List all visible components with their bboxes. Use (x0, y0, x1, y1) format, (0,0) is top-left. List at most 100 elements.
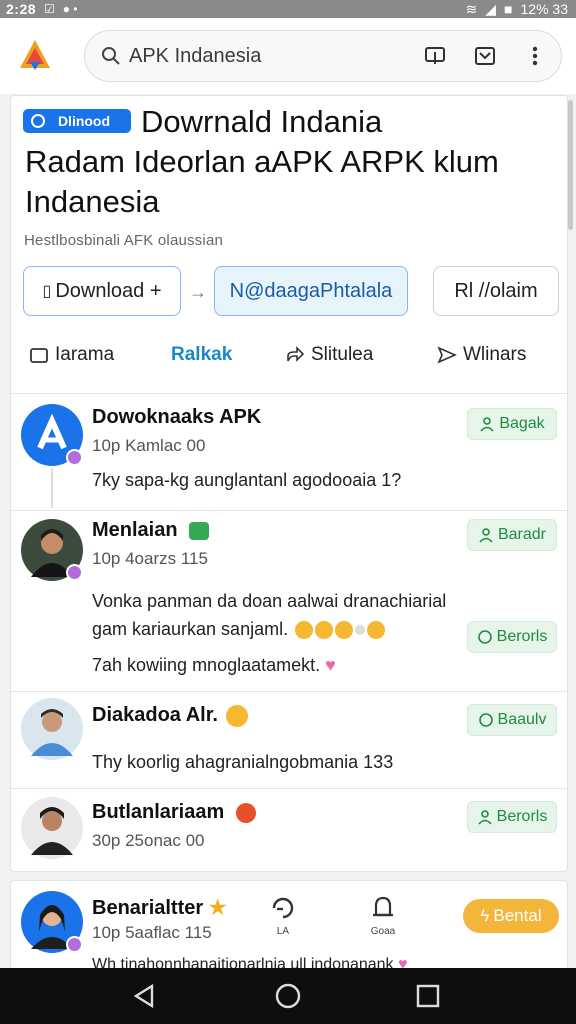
app-logo-icon[interactable] (18, 38, 52, 72)
post-item[interactable]: Dowoknaaks APK 10p Kamlac 00 7ky sapa-kg… (11, 394, 567, 510)
recents-icon[interactable] (414, 982, 442, 1010)
online-dot (66, 936, 83, 953)
bolt-icon: ϟ (480, 906, 490, 925)
battery-text: 12% 33 (520, 1, 568, 17)
tab-ralkak[interactable]: Ralkak (171, 334, 232, 376)
star-icon: ★ (208, 897, 227, 919)
person-avatar-icon (21, 698, 83, 760)
user-icon (480, 417, 494, 432)
title-line-1: Dowrnald Indania (141, 104, 383, 139)
system-nav-bar (0, 968, 576, 1024)
address-bar[interactable]: APK Indanesia (84, 30, 562, 82)
post-author[interactable]: Benarialtter ★ (92, 895, 227, 920)
bell-icon (373, 896, 393, 917)
scrollbar[interactable] (568, 100, 573, 230)
verified-icon (189, 521, 210, 540)
post-item[interactable]: Butlanlariaam 30p 25onac 00 Berorls (11, 789, 567, 871)
follow-label: Baradr (497, 526, 547, 543)
person-avatar-icon (21, 797, 83, 859)
post-item[interactable]: Diakadoa Alr. Thy koorlig ahagranialngob… (11, 692, 567, 788)
home-icon[interactable] (274, 982, 302, 1010)
post-meta: 10p 4oarzs 115 (92, 549, 208, 568)
notify-action[interactable]: Goaa (363, 893, 403, 937)
post-text-segment: gam kariaurkan sanjaml. (92, 619, 289, 639)
post-text-segment: 7ah kowiing mnoglaatamekt. (92, 655, 321, 675)
post-text: Thy koorlig ahagranialngobmania 133 (92, 752, 394, 772)
tab-bar: Iarama Ralkak Slitulea Wlinars (11, 334, 567, 376)
title-line-2: Radam Ideorlan aAPK ARPK klum (25, 144, 499, 179)
share-icon[interactable] (423, 44, 447, 68)
avatar[interactable] (21, 519, 83, 581)
emoji-icon (315, 621, 334, 640)
post-meta: 10p Kamlac 00 (92, 436, 206, 455)
follow-button[interactable]: Bagak (467, 408, 557, 440)
battery-icon: ■ (504, 1, 513, 17)
menu-dots-icon[interactable] (523, 44, 547, 68)
post-author[interactable]: Dowoknaaks APK (92, 406, 261, 429)
check-icon: ☑ (44, 2, 55, 16)
follow-button[interactable]: Berorls (467, 801, 557, 833)
emoji-icon (335, 621, 354, 640)
heart-icon: ♥ (325, 655, 336, 675)
wifi-icon: ≋ (465, 0, 478, 17)
arrow-right-icon: → (189, 282, 207, 302)
back-icon[interactable] (130, 982, 158, 1010)
tab-slitulea[interactable]: Slitulea (285, 334, 373, 376)
folder-icon (30, 348, 48, 363)
page-subtitle: Hestlbosbinali AFK olaussian (24, 232, 224, 249)
download-button[interactable]: ▯ Download + (23, 266, 181, 316)
user-icon (479, 528, 493, 543)
browser-toolbar: APK Indanesia (0, 18, 576, 94)
post-meta: 30p 25onac 00 (92, 831, 205, 850)
tab-iarama[interactable]: Iarama (29, 334, 114, 376)
smile-emoji-icon (225, 704, 248, 727)
action-button[interactable]: ϟ Bental (463, 899, 559, 933)
user-icon (478, 713, 493, 727)
follow-button[interactable]: Baaulv (467, 704, 557, 736)
notification-icon: ● • (62, 2, 78, 16)
follow-label: Berorls (496, 628, 548, 645)
avatar[interactable] (21, 891, 83, 953)
signal-icon: ◢ (485, 0, 497, 17)
download-label: Download + (55, 279, 162, 302)
follow-button[interactable]: Baradr (467, 519, 557, 551)
tab-label: Wlinars (463, 344, 527, 365)
refresh-action[interactable]: LA (263, 893, 303, 937)
online-dot (66, 564, 83, 581)
follow-label: Baaulv (497, 711, 547, 728)
tab-label: Ralkak (171, 344, 233, 365)
title-line-3: Indanesia (25, 184, 160, 219)
user-icon (478, 810, 492, 825)
post-text: Vonka panman da doan aalwai dranachiaria… (92, 587, 472, 679)
post-author[interactable]: Diakadoa Alr. (92, 704, 248, 727)
emoji-icon (367, 621, 386, 640)
post-text: 7ky sapa-kg aunglantanl agodooaia 1? (92, 470, 402, 490)
status-time: 2:28 (6, 1, 37, 17)
search-icon (102, 47, 120, 65)
refresh-icon (272, 897, 294, 919)
third-button[interactable]: Rl //olaim (433, 266, 559, 316)
notify-label: Goaa (370, 926, 396, 937)
emoji-icon (355, 625, 366, 636)
post-card[interactable]: Benarialtter ★ 10p 5aaflac 115 Wh tinaho… (10, 880, 568, 982)
status-bar: 2:28 ☑ ● • ≋ ◢ ■ 12% 33 (0, 0, 576, 18)
tab-wlinars[interactable]: Wlinars (437, 334, 526, 376)
post-meta: 10p 5aaflac 115 (92, 923, 212, 942)
post-text-line: 7ah kowiing mnoglaatamekt. ♥ (92, 651, 472, 679)
secondary-button[interactable]: N@daagaPhtalala (214, 266, 408, 316)
avatar[interactable] (21, 698, 83, 760)
follow-label: Berorls (496, 808, 548, 825)
page-title: Dowrnald Indania Radam Ideorlan aAPK ARP… (25, 102, 555, 222)
post-author[interactable]: Butlanlariaam (92, 801, 256, 824)
follow-button[interactable]: Berorls (467, 621, 557, 653)
action-label: Bental (493, 906, 542, 925)
share-arrow-icon (287, 346, 305, 362)
post-text-line: Vonka panman da doan aalwai dranachiaria… (92, 591, 447, 611)
avatar[interactable] (21, 797, 83, 859)
avatar[interactable] (21, 404, 83, 466)
post-item[interactable]: Menlaian 10p 4oarzs 115 Vonka panman da … (11, 511, 567, 691)
post-author[interactable]: Menlaian (92, 519, 210, 542)
follow-label: Bagak (499, 415, 545, 432)
tabs-icon[interactable] (473, 44, 497, 68)
main-card: Dlinood Dowrnald Indania Radam Ideorlan … (10, 95, 568, 872)
